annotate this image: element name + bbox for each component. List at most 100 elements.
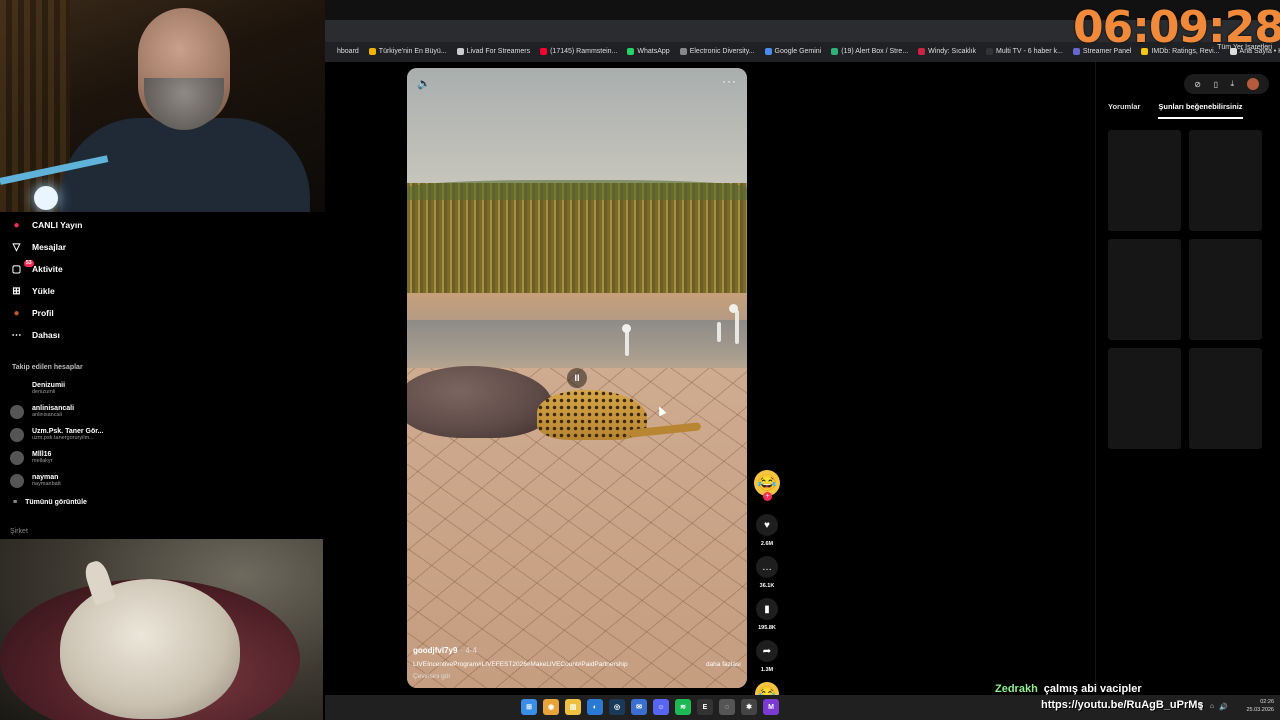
bookmark-favicon-icon — [831, 47, 839, 55]
bookmark-label: Electronic Diversity... — [689, 47, 755, 55]
top-icon-pill: ⊘ ▯ ⤓ — [1184, 74, 1269, 94]
chrome-icon[interactable]: ◉ — [543, 699, 559, 715]
bookmark-favicon-icon — [327, 47, 334, 55]
steam-icon[interactable]: ◎ — [609, 699, 625, 715]
mail-icon[interactable]: ✉ — [631, 699, 647, 715]
phone-icon[interactable]: ▯ — [1214, 80, 1218, 89]
streamer-shirt — [60, 118, 310, 212]
tab-comments[interactable]: Yorumlar — [1108, 102, 1140, 119]
bookmark-label: Multi TV - 6 haber k... — [996, 47, 1063, 55]
nav-item-inbox[interactable]: ▢ 53 Aktivite — [10, 258, 310, 280]
recommended-thumb[interactable] — [1108, 348, 1181, 449]
save-count: 195.8K — [758, 625, 776, 631]
left-nav: ● CANLI Yayın ▽ Mesajlar ▢ 53 Aktivite ⊞ Yükle ● P… — [10, 214, 310, 512]
bookmark-favicon-icon — [679, 47, 687, 55]
bookmark-item[interactable]: Türkiye'nin En Büyü... — [368, 47, 447, 55]
nav-item-more[interactable]: ⋯ Dahası — [10, 324, 310, 346]
bookmark-item[interactable]: Windy: Sıcaklık — [918, 47, 977, 55]
spotify-icon[interactable]: ≋ — [675, 699, 691, 715]
following-text: nayman naymanbatt — [32, 474, 61, 487]
download-icon[interactable]: ⤓ — [1231, 79, 1235, 89]
bookmark-item[interactable]: Google Gemini — [764, 47, 821, 55]
stork-left — [625, 330, 629, 356]
file-explorer-icon[interactable]: ▤ — [565, 699, 581, 715]
recommended-thumb[interactable] — [1189, 239, 1262, 340]
like-icon[interactable]: ♥ — [756, 514, 778, 536]
bookmark-favicon-icon — [540, 47, 548, 55]
nav-item-label: Yükle — [32, 286, 55, 296]
see-all-button[interactable]: ≡ Tümünü görüntüle — [13, 492, 310, 512]
windows-start-icon[interactable]: ⊞ — [521, 699, 537, 715]
speaker-icon[interactable]: 🔊 — [1219, 703, 1228, 711]
bookmark-label: Windy: Sıcaklık — [928, 47, 977, 55]
bookmark-icon[interactable]: ▮ — [756, 598, 778, 620]
share-icon[interactable]: ➦ — [756, 640, 778, 662]
more-icon: ⋯ — [11, 329, 22, 341]
nav-item-live[interactable]: ● CANLI Yayın — [10, 214, 310, 236]
epic-icon[interactable]: E — [697, 699, 713, 715]
recommended-thumb[interactable] — [1189, 130, 1262, 231]
live-icon: ● — [13, 219, 20, 231]
bookmark-item[interactable]: Electronic Diversity... — [679, 47, 755, 55]
following-item[interactable]: nayman naymanbatt — [10, 469, 310, 492]
creator-avatar[interactable]: 😂 + — [754, 470, 780, 501]
nav-item-send[interactable]: ▽ Mesajlar — [10, 236, 310, 258]
recommended-thumb[interactable] — [1108, 130, 1181, 231]
video-sky — [407, 68, 747, 193]
mic-icon[interactable]: 🎙 — [1196, 703, 1205, 711]
url-overlay: https://youtu.be/RuAgB_uPrMs — [1041, 699, 1204, 711]
tab-you-may-like[interactable]: Şunları beğenebilirsiniz — [1158, 102, 1243, 119]
network-icon[interactable]: ⌂ — [1210, 703, 1214, 711]
nav-item-label: Dahası — [32, 330, 60, 340]
video-hashtags[interactable]: LIVEIncentiveProgram#LIVEFEST2026#MakeLI… — [413, 661, 628, 668]
bookmark-item[interactable]: Livad For Streamers — [456, 47, 530, 55]
translate-link[interactable]: Çevirisini gör — [413, 673, 741, 680]
pause-button[interactable]: II — [567, 368, 587, 388]
action-rail: 😂+ ♥ 2.6M … 36.1K ▮ 195.8K ➦ 1.3M 😂 — [752, 470, 782, 706]
following-item[interactable]: Uzm.Psk. Taner Gör... uzm.psk.tanergorury… — [10, 423, 310, 446]
bookmark-favicon-icon — [764, 47, 772, 55]
nav-item-upload[interactable]: ⊞ Yükle — [10, 280, 310, 302]
following-text: anlinisancali anlinisancali — [32, 405, 74, 418]
streamer-webcam — [0, 0, 325, 212]
following-name: Denizumii — [32, 382, 66, 389]
bookmark-item[interactable]: Multi TV - 6 haber k... — [986, 47, 1063, 55]
bookmark-item[interactable]: WhatsApp — [627, 47, 670, 55]
stork-right — [735, 310, 739, 344]
app-icon[interactable]: M — [763, 699, 779, 715]
more-link[interactable]: daha fazlası — [706, 661, 741, 668]
bookmark-item[interactable]: (19) Alert Box / Stre... — [831, 47, 909, 55]
comment-icon[interactable]: … — [756, 556, 778, 578]
user-avatar[interactable] — [1246, 78, 1259, 90]
bookmark-item[interactable]: (17145) Rammstein... — [540, 47, 618, 55]
system-clock[interactable]: 02:26 25.03.2026 — [1246, 698, 1274, 714]
tray-date: 25.03.2026 — [1246, 707, 1274, 713]
company-section[interactable]: Şirket — [10, 528, 28, 535]
bookmark-label: hboard — [337, 47, 359, 55]
bookmark-favicon-icon — [368, 47, 376, 55]
recommended-thumb[interactable] — [1189, 348, 1262, 449]
following-item[interactable]: anlinisancali anlinisancali — [10, 400, 310, 423]
notification-badge: 53 — [24, 260, 34, 267]
following-item[interactable]: Denizumii denizumii — [10, 377, 310, 400]
follow-plus-icon[interactable]: + — [763, 492, 772, 501]
compass-icon[interactable]: ⊘ — [1194, 80, 1201, 89]
bookmark-item[interactable]: hboard — [327, 47, 359, 55]
following-text: Mlll16 mellakyr — [32, 451, 52, 464]
bookmark-label: (19) Alert Box / Stre... — [841, 47, 909, 55]
more-options-icon[interactable]: ··· — [722, 74, 737, 88]
discord-icon[interactable]: ☺ — [653, 699, 669, 715]
bookmark-favicon-icon — [627, 47, 635, 55]
video-player[interactable]: 🔈 ··· II goodjfvl7y9 · 4-4 LIVEIncentiveP… — [407, 68, 747, 688]
video-author[interactable]: goodjfvl7y9 · 4-4 — [413, 646, 741, 655]
avatar — [10, 450, 24, 465]
author-name[interactable]: goodjfvl7y9 — [413, 646, 457, 655]
recommended-thumb[interactable] — [1108, 239, 1181, 340]
settings-icon[interactable]: ✱ — [741, 699, 757, 715]
following-item[interactable]: Mlll16 mellakyr — [10, 446, 310, 469]
nav-item-profile[interactable]: ● Profil — [10, 302, 310, 324]
bookmark-label: (17145) Rammstein... — [550, 47, 618, 55]
edge-icon[interactable]: ◐ — [587, 699, 603, 715]
volume-icon[interactable]: 🔈 — [417, 77, 431, 90]
obs-icon[interactable]: ◌ — [719, 699, 735, 715]
